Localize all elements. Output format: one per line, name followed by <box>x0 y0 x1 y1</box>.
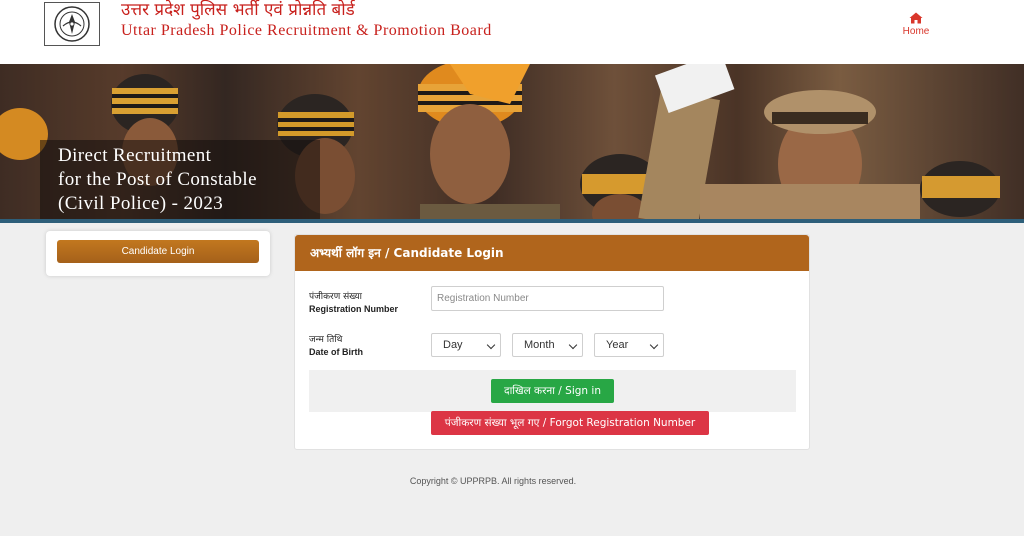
forgot-registration-button[interactable]: पंजीकरण संख्या भूल गए / Forgot Registrat… <box>431 411 709 435</box>
banner-line: (Civil Police) - 2023 <box>58 193 224 214</box>
upprpb-emblem-icon[interactable] <box>44 2 100 46</box>
registration-label-english: Registration Number <box>309 304 399 314</box>
registration-label-hindi: पंजीकरण संख्या <box>309 292 362 302</box>
chevron-down-icon <box>486 340 496 350</box>
home-icon <box>909 12 923 24</box>
board-title-hindi: उत्तर प्रदेश पुलिस भर्ती एवं प्रोन्नति ब… <box>121 0 355 20</box>
dob-label-hindi: जन्म तिथि <box>309 335 343 345</box>
home-label: Home <box>902 26 930 37</box>
board-title-english: Uttar Pradesh Police Recruitment & Promo… <box>121 22 492 39</box>
dob-label: जन्म तिथि Date of Birth <box>309 334 363 358</box>
chevron-down-icon <box>568 340 578 350</box>
dob-month-select[interactable]: Month <box>512 333 583 357</box>
dob-year-value: Year <box>606 339 629 351</box>
dob-year-select[interactable]: Year <box>594 333 664 357</box>
banner-line: for the Post of Constable <box>58 169 257 190</box>
dob-day-select[interactable]: Day <box>431 333 501 357</box>
dob-label-english: Date of Birth <box>309 347 363 357</box>
chevron-down-icon <box>649 340 659 350</box>
banner-caption: Direct Recruitment for the Post of Const… <box>58 144 257 216</box>
dob-day-value: Day <box>443 339 463 351</box>
panel-header: अभ्यर्थी लॉग इन / Candidate Login <box>295 235 809 271</box>
sign-in-button[interactable]: दाखिल करना / Sign in <box>491 379 614 403</box>
home-link[interactable]: Home <box>896 12 936 37</box>
dob-month-value: Month <box>524 339 555 351</box>
footer-copyright: Copyright © UPPRPB. All rights reserved. <box>409 476 577 486</box>
candidate-login-button[interactable]: Candidate Login <box>57 240 259 263</box>
hero-banner: Direct Recruitment for the Post of Const… <box>0 64 1024 219</box>
banner-divider <box>0 219 1024 223</box>
banner-line: Direct Recruitment <box>58 145 212 166</box>
site-header: उत्तर प्रदेश पुलिस भर्ती एवं प्रोन्नति ब… <box>0 0 1024 64</box>
panel-title: अभ्यर्थी लॉग इन / Candidate Login <box>310 246 504 260</box>
registration-label: पंजीकरण संख्या Registration Number <box>309 291 398 315</box>
sidebar-card: Candidate Login <box>46 231 270 276</box>
candidate-login-panel: अभ्यर्थी लॉग इन / Candidate Login पंजीकर… <box>294 234 810 450</box>
registration-number-input[interactable] <box>431 286 664 311</box>
